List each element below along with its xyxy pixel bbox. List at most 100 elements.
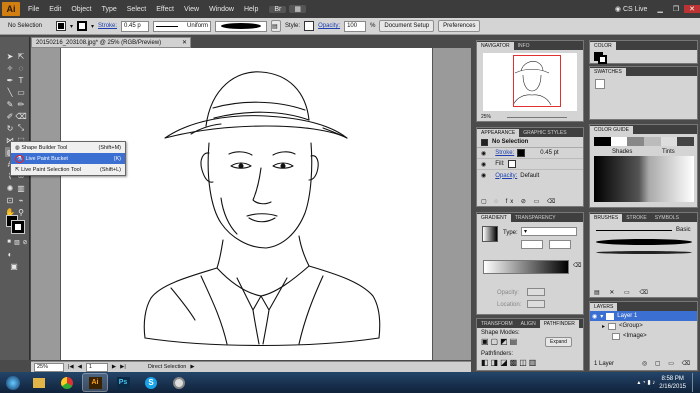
- stroke-weight-field[interactable]: 0.45 p: [121, 20, 150, 32]
- next-artboard-icon[interactable]: ▶: [112, 364, 116, 370]
- artboard-number-field[interactable]: 1: [85, 362, 108, 372]
- close-button[interactable]: ✕: [684, 5, 700, 13]
- tab-transform[interactable]: TRANSFORM: [477, 320, 517, 328]
- symbol-sprayer-tool-icon[interactable]: ✺: [5, 183, 15, 193]
- taskbar-chrome[interactable]: [54, 373, 80, 392]
- artboard[interactable]: [60, 48, 433, 360]
- tab-symbols[interactable]: SYMBOLS: [651, 214, 683, 222]
- selection-tool-icon[interactable]: ➤: [5, 51, 15, 61]
- opacity-field[interactable]: 100: [344, 20, 367, 32]
- rectangle-tool-icon[interactable]: ▭: [16, 87, 26, 97]
- first-artboard-icon[interactable]: |◀: [68, 364, 74, 370]
- appearance-footer-icons[interactable]: ▢ ◌ fx ⊘ ▭ ⌫: [481, 198, 558, 205]
- menu-type[interactable]: Type: [97, 6, 122, 13]
- gradient-opacity-field[interactable]: [527, 288, 545, 296]
- brush-thin-stroke[interactable]: [596, 251, 692, 254]
- tab-info[interactable]: INFO: [514, 42, 534, 50]
- show-desktop-button[interactable]: [692, 373, 700, 392]
- appearance-opacity-row[interactable]: ◉ Opacity: Default: [477, 170, 583, 181]
- navigator-thumbnail[interactable]: [483, 53, 577, 111]
- eraser-tool-icon[interactable]: ⌫: [15, 111, 26, 121]
- navigator-zoom-value[interactable]: 25%: [481, 114, 491, 120]
- fill-dropdown-icon[interactable]: ▾: [70, 23, 73, 30]
- tab-align[interactable]: ALIGN: [517, 320, 540, 328]
- harmony-swatch[interactable]: [594, 137, 611, 146]
- appearance-stroke-label[interactable]: Stroke:: [495, 150, 514, 156]
- rotate-tool-icon[interactable]: ↻: [5, 123, 15, 133]
- harmony-swatch[interactable]: [644, 137, 661, 146]
- gradient-preview[interactable]: [482, 226, 498, 242]
- tab-swatches[interactable]: SWATCHES: [590, 68, 626, 76]
- menu-object[interactable]: Object: [66, 6, 96, 13]
- brush-calligraphic-stroke[interactable]: [596, 239, 692, 245]
- harmony-swatch[interactable]: [660, 137, 678, 146]
- minimize-button[interactable]: ▁: [652, 5, 667, 13]
- current-tool-status[interactable]: Direct Selection: [148, 364, 187, 370]
- layer-row[interactable]: <Image>: [590, 331, 697, 341]
- document-tab[interactable]: 20150216_203108.jpg* @ 25% (RGB/Preview)…: [31, 37, 191, 48]
- layer-name[interactable]: <Group>: [619, 323, 643, 329]
- flyout-item-live-paint-selection[interactable]: ⇱ Live Paint Selection Tool (Shift+L): [11, 164, 125, 175]
- taskbar-app[interactable]: [166, 373, 192, 392]
- paintbrush-tool-icon[interactable]: ✎: [5, 99, 15, 109]
- artboard-tool-icon[interactable]: ⊡: [5, 195, 15, 205]
- shape-mode-buttons[interactable]: ▣▢◩▤: [481, 337, 519, 346]
- flyout-item-shape-builder[interactable]: ◍ Shape Builder Tool (Shift+M): [11, 142, 125, 153]
- appearance-opacity-label[interactable]: Opacity:: [495, 173, 517, 179]
- pencil-tool-icon[interactable]: ✏: [16, 99, 26, 109]
- brushes-footer-icons[interactable]: ▤ ✕ ▭ ⌫: [594, 289, 652, 296]
- tray-icons[interactable]: ▴ ◔ ▮ ♪: [637, 379, 655, 386]
- lasso-tool-icon[interactable]: ◌: [16, 63, 26, 73]
- appearance-fill-row[interactable]: ◉ Fill:: [477, 159, 583, 170]
- visibility-eye-icon[interactable]: ◉: [481, 161, 486, 168]
- slice-tool-icon[interactable]: ⌁: [16, 195, 26, 205]
- stroke-link[interactable]: Stroke:: [98, 23, 117, 29]
- expand-arrow-icon[interactable]: ▸: [602, 323, 605, 330]
- document-setup-button[interactable]: Document Setup: [379, 20, 435, 32]
- taskbar-explorer[interactable]: [26, 373, 52, 392]
- taskbar-skype[interactable]: S: [138, 373, 164, 392]
- appearance-fill-swatch[interactable]: [507, 160, 516, 168]
- fill-swatch[interactable]: [56, 21, 66, 31]
- taskbar-illustrator[interactable]: Ai: [82, 373, 108, 392]
- prev-artboard-icon[interactable]: ◀: [78, 364, 82, 370]
- navigator-view-box[interactable]: [513, 55, 561, 107]
- gradient-location-field[interactable]: [527, 300, 545, 308]
- brush-basic-stroke[interactable]: [596, 230, 672, 231]
- opacity-link[interactable]: Opacity:: [318, 23, 340, 29]
- blob-brush-tool-icon[interactable]: ✐: [5, 111, 15, 121]
- magic-wand-tool-icon[interactable]: ✧: [5, 63, 15, 73]
- harmony-bar[interactable]: [594, 137, 695, 146]
- line-tool-icon[interactable]: ╲: [5, 87, 15, 97]
- gradient-aspect-field[interactable]: [549, 240, 571, 249]
- appearance-stroke-row[interactable]: ◉ Stroke: 0.45 pt: [477, 148, 583, 159]
- menu-help[interactable]: Help: [239, 6, 263, 13]
- layer-row[interactable]: ▸ <Group>: [590, 321, 697, 331]
- tab-appearance[interactable]: APPEARANCE: [477, 129, 520, 137]
- pathfinder-buttons[interactable]: ◧◨◪▩◫▥: [481, 358, 538, 367]
- status-menu-icon[interactable]: ▶: [190, 364, 194, 370]
- direct-selection-tool-icon[interactable]: ⇱: [16, 51, 26, 61]
- layer-name[interactable]: Layer 1: [617, 313, 637, 319]
- flyout-item-live-paint-bucket[interactable]: ⚗ Live Paint Bucket (K): [11, 153, 125, 164]
- stroke-swatch[interactable]: [77, 21, 88, 31]
- visibility-eye-icon[interactable]: ◉: [592, 313, 597, 320]
- tab-pathfinder[interactable]: PATHFINDER: [539, 320, 579, 328]
- system-clock[interactable]: 8:58 PM 2/16/2015: [659, 375, 686, 391]
- brush-library-button[interactable]: ▤: [271, 20, 282, 32]
- taskbar-photoshop[interactable]: Ps: [110, 373, 136, 392]
- appearance-stroke-swatch[interactable]: [517, 149, 526, 157]
- tab-transparency[interactable]: TRANSPARENCY: [511, 214, 560, 222]
- restore-button[interactable]: ❐: [668, 5, 684, 13]
- close-document-icon[interactable]: ✕: [182, 39, 187, 46]
- shades-tints-grid[interactable]: [594, 156, 694, 202]
- draw-mode-icon[interactable]: ◐: [5, 249, 15, 259]
- layer-name[interactable]: <Image>: [623, 333, 647, 339]
- navigator-zoom-slider[interactable]: [507, 117, 567, 118]
- layer-row[interactable]: ◉ ▾ Layer 1: [590, 311, 697, 321]
- bridge-button[interactable]: Br: [269, 5, 287, 13]
- graphic-style-swatch[interactable]: [304, 21, 315, 31]
- cs-live-button[interactable]: ◉ CS Live: [610, 5, 653, 13]
- gradient-slider[interactable]: [483, 260, 569, 274]
- tab-color[interactable]: COLOR: [590, 42, 616, 50]
